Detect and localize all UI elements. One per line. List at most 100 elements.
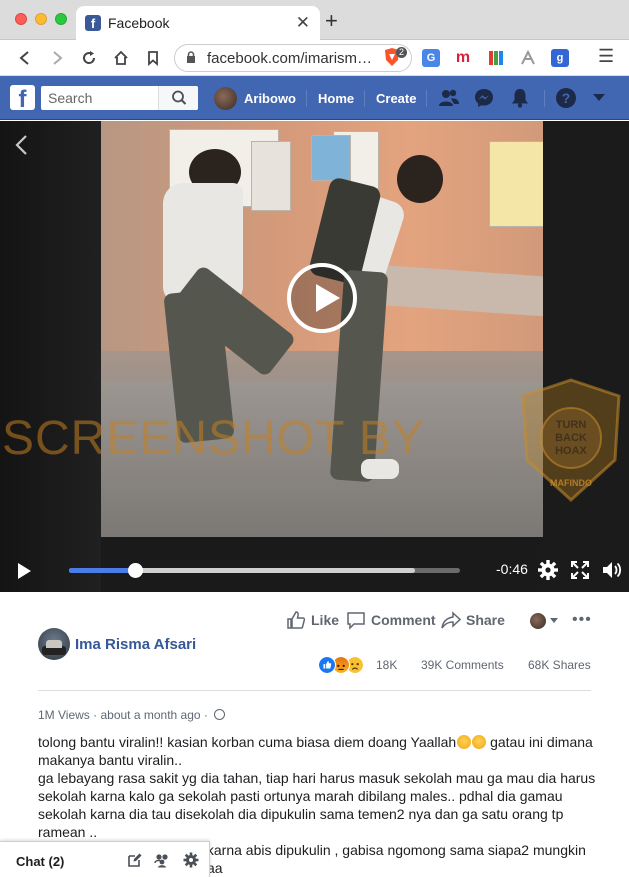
- video-player[interactable]: SCREENSHOT BY TURN BACK HOAX MAFINDO -0:…: [0, 121, 629, 592]
- comment-bubble-icon[interactable]: [346, 610, 366, 630]
- header-divider: [364, 90, 365, 107]
- back-icon[interactable]: [15, 50, 35, 66]
- seek-handle[interactable]: [128, 563, 144, 578]
- minimize-window-button[interactable]: [35, 13, 47, 25]
- search-button[interactable]: [158, 86, 198, 110]
- public-globe-icon: [214, 709, 226, 720]
- url-text: facebook.com/imarism…: [207, 50, 373, 67]
- crying-face-emoji-icon: [472, 735, 487, 749]
- chat-settings-gear-icon[interactable]: [183, 852, 199, 868]
- reaction-count[interactable]: 18K: [376, 658, 397, 672]
- post-text-line: ga lebayang rasa sakit yg dia tahan, tia…: [38, 770, 596, 786]
- facebook-header: f Aribowo Home Create ?: [0, 76, 629, 120]
- like-reaction-icon: [318, 656, 336, 674]
- header-divider: [306, 90, 307, 107]
- facebook-logo-icon[interactable]: f: [10, 85, 35, 110]
- video-letterbox-right: [543, 121, 629, 592]
- header-divider: [544, 90, 545, 107]
- video-controls: -0:46: [0, 537, 629, 592]
- google-extension-icon[interactable]: g: [551, 49, 569, 67]
- new-group-icon[interactable]: [154, 852, 170, 868]
- person-right-head: [397, 155, 443, 203]
- share-count-link[interactable]: 68K Shares: [528, 658, 591, 672]
- profile-avatar[interactable]: [214, 87, 237, 110]
- post-text-line: it karna abis dipukulin , gabisa ngomong…: [196, 842, 586, 858]
- play-pause-button[interactable]: [18, 563, 31, 579]
- play-icon: [316, 284, 340, 312]
- home-link[interactable]: Home: [318, 91, 354, 106]
- post-text-line: sekolah karna kalo ga sekolah pasti ortu…: [38, 788, 563, 804]
- address-toolbar: facebook.com/imarism… 2 G m g ☰: [0, 40, 629, 76]
- new-message-icon[interactable]: [127, 852, 143, 868]
- reload-icon[interactable]: [79, 50, 99, 66]
- notifications-bell-icon[interactable]: [509, 87, 531, 109]
- volume-icon[interactable]: [601, 559, 623, 581]
- tab-title: Facebook: [108, 15, 170, 31]
- ruler-extension-icon[interactable]: [519, 49, 537, 67]
- seek-bar[interactable]: [69, 563, 460, 578]
- watermark-text: SCREENSHOT BY: [2, 412, 425, 465]
- home-icon[interactable]: [111, 50, 131, 66]
- close-window-button[interactable]: [15, 13, 27, 25]
- like-button[interactable]: Like: [311, 612, 339, 628]
- account-menu-chevron-icon[interactable]: [592, 92, 606, 104]
- center-play-button[interactable]: [287, 263, 357, 333]
- share-arrow-icon[interactable]: [441, 610, 461, 630]
- tab-close-icon[interactable]: ✕: [296, 13, 310, 33]
- friend-requests-icon[interactable]: [438, 87, 460, 109]
- new-tab-button[interactable]: +: [325, 8, 338, 34]
- author-name-link[interactable]: Ima Risma Afsari: [75, 636, 196, 653]
- reaction-icons[interactable]: [318, 656, 374, 676]
- wall-poster: [311, 135, 351, 181]
- profile-name-link[interactable]: Aribowo: [244, 91, 296, 106]
- wall-poster: [489, 141, 543, 227]
- comment-button[interactable]: Comment: [371, 612, 436, 628]
- url-field[interactable]: facebook.com/imarism…: [174, 44, 412, 72]
- comment-count-link[interactable]: 39K Comments: [421, 658, 504, 672]
- create-link[interactable]: Create: [376, 91, 416, 106]
- post-text-line: ramean ..: [38, 824, 98, 840]
- mendeley-extension-icon[interactable]: m: [454, 49, 472, 67]
- chat-bar[interactable]: Chat (2): [0, 841, 210, 877]
- svg-text:MAFINDO: MAFINDO: [550, 478, 592, 488]
- svg-text:?: ?: [562, 90, 571, 106]
- reaction-as-chevron-icon[interactable]: [549, 617, 559, 625]
- post-text-line: tolong bantu viralin!! kasian korban cum…: [38, 734, 598, 751]
- svg-text:TURN: TURN: [556, 419, 587, 431]
- meta-separator: ·: [203, 708, 212, 722]
- settings-gear-icon[interactable]: [537, 559, 559, 581]
- zoom-window-button[interactable]: [55, 13, 67, 25]
- post-divider: [38, 690, 591, 691]
- post-meta: 1M Views · about a month ago ·: [38, 708, 226, 722]
- forward-icon[interactable]: [47, 50, 67, 66]
- post-timestamp-link[interactable]: about a month ago: [100, 708, 200, 722]
- mafindo-seal-logo: TURN BACK HOAX MAFINDO: [521, 378, 621, 503]
- help-icon[interactable]: ?: [555, 87, 577, 109]
- more-options-icon[interactable]: •••: [572, 611, 592, 629]
- svg-text:BACK: BACK: [555, 432, 587, 444]
- lock-icon: [187, 51, 195, 63]
- browser-menu-icon[interactable]: ☰: [598, 46, 614, 67]
- post-text-line: makanya bantu viralin..: [38, 752, 182, 768]
- reaction-as-avatar[interactable]: [530, 613, 546, 629]
- video-back-arrow-icon[interactable]: [14, 134, 28, 156]
- progress-bar: [69, 568, 136, 573]
- share-button[interactable]: Share: [466, 612, 505, 628]
- bookmark-icon[interactable]: [143, 50, 163, 66]
- google-translate-extension-icon[interactable]: G: [422, 49, 440, 67]
- search-input[interactable]: [41, 86, 157, 110]
- search-icon: [172, 90, 187, 105]
- facebook-favicon-icon: f: [85, 15, 101, 31]
- fullscreen-icon[interactable]: [569, 559, 591, 581]
- wall-poster: [251, 141, 291, 211]
- view-count: 1M Views: [38, 708, 90, 722]
- color-picker-extension-icon[interactable]: [487, 49, 505, 67]
- crying-face-emoji-icon: [457, 735, 472, 749]
- chat-label[interactable]: Chat (2): [16, 854, 64, 869]
- messenger-icon[interactable]: [473, 87, 495, 109]
- search-box: [41, 86, 198, 110]
- post-text-segment: gatau ini dimana: [486, 734, 593, 750]
- like-thumb-icon[interactable]: [286, 610, 306, 630]
- browser-tab[interactable]: f Facebook ✕: [76, 6, 320, 40]
- author-avatar[interactable]: [38, 628, 70, 660]
